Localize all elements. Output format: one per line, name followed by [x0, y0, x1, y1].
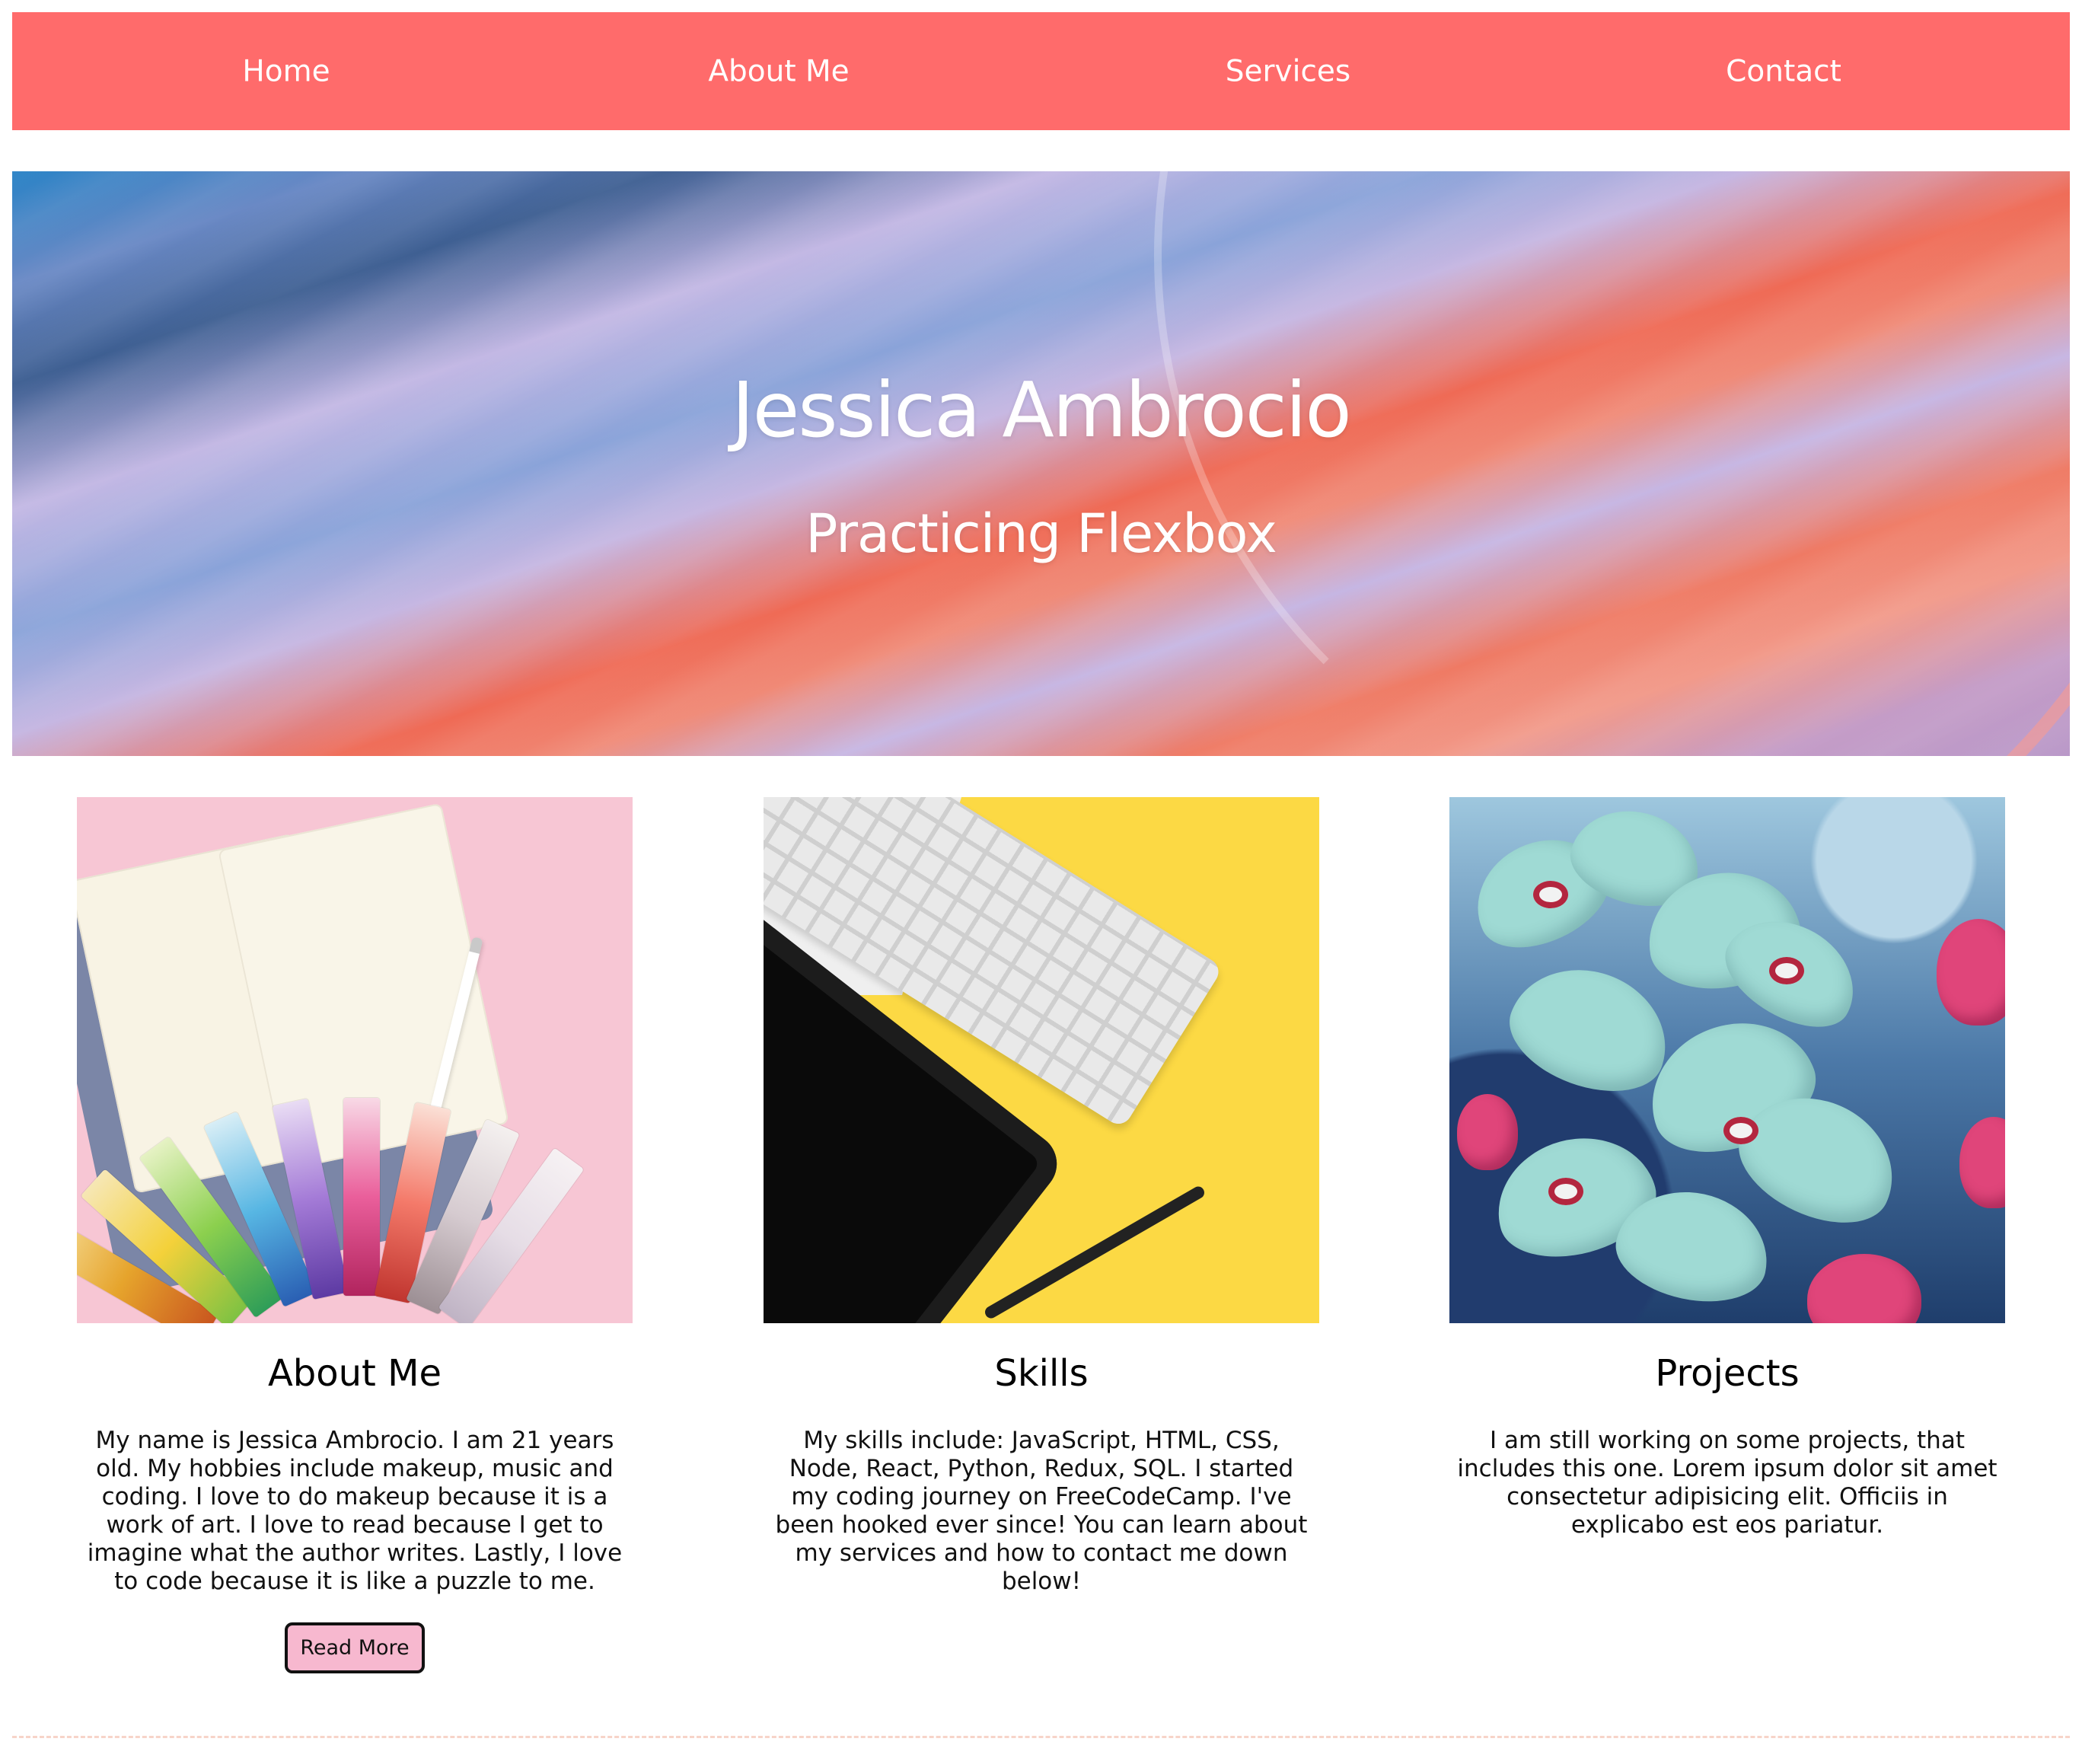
- card-projects: Projects I am still working on some proj…: [1449, 797, 2005, 1539]
- hero-title: Jessica Ambrocio: [732, 365, 1351, 455]
- orchid-image: [1449, 797, 2005, 1323]
- nav-contact-link[interactable]: Contact: [1726, 54, 1841, 88]
- footer-divider: [12, 1736, 2070, 1738]
- notebook-image: [77, 797, 633, 1323]
- tulip: [1457, 1094, 1518, 1170]
- hero-banner: Jessica Ambrocio Practicing Flexbox: [12, 171, 2070, 756]
- page: Home About Me Services Contact Jessica A…: [0, 0, 2082, 1764]
- card-title: Skills: [994, 1352, 1089, 1395]
- card-text: My skills include: JavaScript, HTML, CSS…: [775, 1427, 1308, 1595]
- card-title: Projects: [1655, 1352, 1800, 1395]
- orchid-center: [1548, 1178, 1583, 1205]
- top-nav: Home About Me Services Contact: [12, 12, 2070, 130]
- tulip: [1937, 919, 2005, 1026]
- desk-image: [764, 797, 1319, 1323]
- nav-home-link[interactable]: Home: [242, 54, 330, 88]
- card-text: I am still working on some projects, tha…: [1457, 1427, 1998, 1539]
- card-skills: Skills My skills include: JavaScript, HT…: [764, 797, 1319, 1596]
- tulip: [1807, 1254, 1921, 1323]
- orchid-center: [1769, 957, 1804, 984]
- orchid-center: [1533, 881, 1568, 908]
- card-about-me: About Me My name is Jessica Ambrocio. I …: [77, 797, 633, 1673]
- hero-subtitle: Practicing Flexbox: [805, 502, 1277, 565]
- tulip: [1959, 1117, 2005, 1208]
- card-text: My name is Jessica Ambrocio. I am 21 yea…: [87, 1427, 623, 1595]
- read-more-button[interactable]: Read More: [285, 1622, 425, 1673]
- nav-about-link[interactable]: About Me: [708, 54, 849, 88]
- color-swatch: [343, 1098, 380, 1296]
- orchid-center: [1723, 1117, 1758, 1144]
- card-title: About Me: [267, 1352, 442, 1395]
- nav-services-link[interactable]: Services: [1226, 54, 1350, 88]
